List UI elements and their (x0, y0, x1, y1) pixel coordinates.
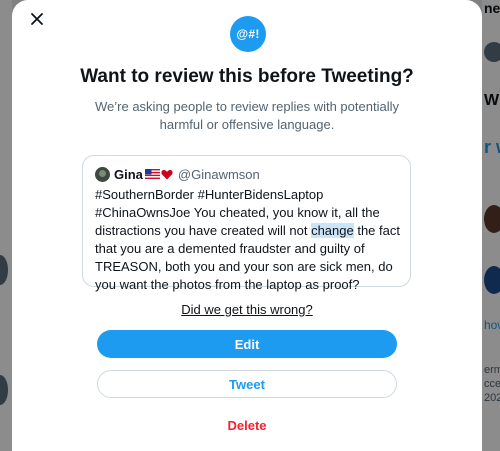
dialog-title: Want to review this before Tweeting? (80, 66, 414, 87)
author-handle: @Ginawmson (177, 166, 260, 182)
feedback-link[interactable]: Did we get this wrong? (12, 302, 482, 317)
tweet-header: Gina @Ginawmson (95, 165, 400, 183)
author-name: Gina (114, 166, 143, 182)
flagged-word: change (311, 223, 354, 238)
tweet-button[interactable]: Tweet (97, 370, 397, 398)
tweet-button-label: Tweet (229, 376, 265, 392)
tweet-text: #SouthernBorder #HunterBidensLaptop #Chi… (95, 186, 400, 294)
edit-button-label: Edit (234, 336, 260, 352)
avatar (95, 166, 110, 182)
logo-text: @#! (236, 27, 260, 41)
edit-button[interactable]: Edit (97, 330, 397, 358)
tweet-preview: Gina @Ginawmson #SouthernBorder #HunterB… (82, 155, 411, 292)
harmful-language-icon: @#! (230, 16, 266, 52)
heart-icon (161, 169, 173, 179)
delete-button[interactable]: Delete (97, 411, 397, 439)
review-dialog: @#! Want to review this before Tweeting?… (12, 0, 482, 451)
close-icon (31, 13, 43, 25)
us-flag-icon (144, 169, 160, 179)
dialog-subtitle: We’re asking people to review replies wi… (95, 99, 399, 132)
close-button[interactable] (24, 6, 50, 32)
delete-button-label: Delete (227, 417, 267, 433)
